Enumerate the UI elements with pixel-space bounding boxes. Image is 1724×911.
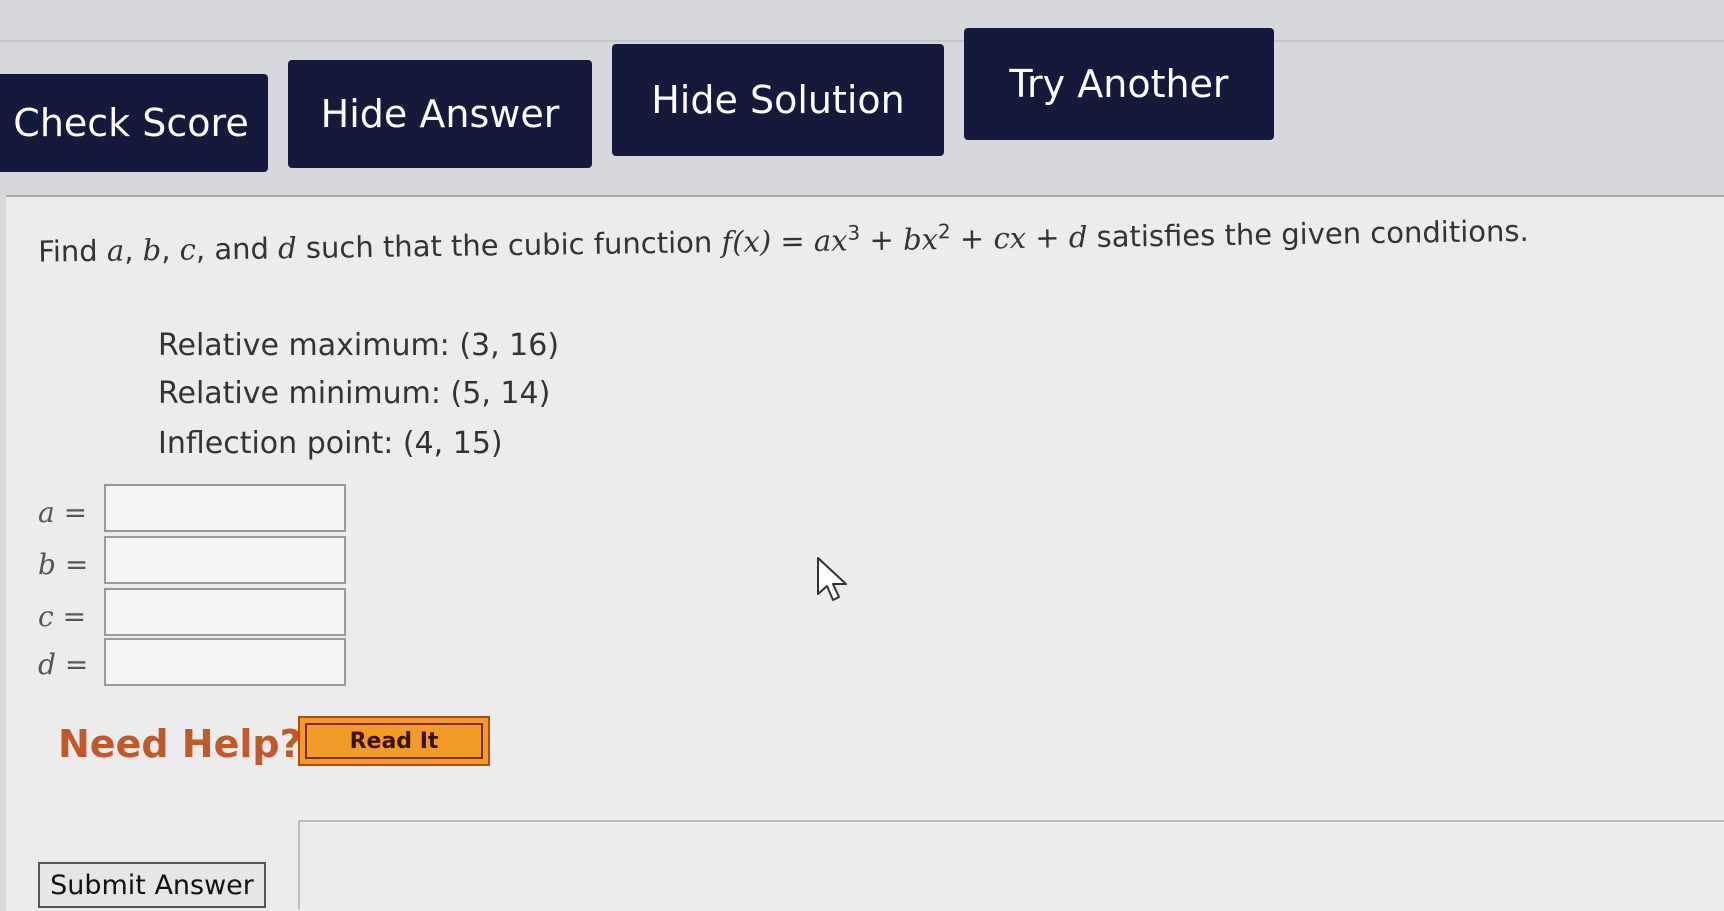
check-score-button[interactable]: Check Score [0, 74, 268, 172]
formula-cx: cx [993, 220, 1027, 256]
formula-equals: = [770, 223, 815, 259]
relative-maximum-condition: Relative maximum: (3, 16) [158, 328, 560, 363]
input-label-c: c = [38, 600, 87, 633]
question-sep: , [123, 233, 143, 268]
question-var-c: c [179, 232, 197, 267]
question-sep: , and [195, 231, 279, 267]
question-var-a: a [106, 233, 125, 268]
read-it-label: Read It [305, 723, 483, 759]
answer-input-d[interactable] [104, 638, 346, 686]
submit-answer-button[interactable]: Submit Answer [38, 862, 266, 908]
formula-plus: + [860, 222, 904, 258]
formula-plus: + [950, 221, 994, 256]
read-it-button[interactable]: Read It [298, 716, 490, 766]
formula-exponent-3: 3 [847, 220, 861, 245]
question-mid: such that the cubic function [296, 225, 722, 266]
mouse-pointer-icon [817, 557, 847, 601]
input-label-b: b = [38, 548, 89, 581]
inflection-point-condition: Inflection point: (4, 15) [158, 426, 503, 461]
question-prefix: Find [38, 233, 108, 269]
answer-input-c[interactable] [104, 588, 346, 636]
question-suffix: satisfies the given conditions. [1087, 213, 1529, 255]
footer-frame [298, 820, 1724, 909]
try-another-button[interactable]: Try Another [964, 28, 1274, 140]
formula-ax: ax [813, 223, 848, 258]
question-var-d: d [277, 231, 297, 266]
toolbar-divider [0, 40, 1724, 42]
input-label-d: d = [38, 648, 89, 681]
formula-d: d [1068, 220, 1088, 255]
hide-answer-button[interactable]: Hide Answer [288, 60, 592, 168]
question-var-b: b [142, 232, 162, 268]
question-sep: , [160, 232, 180, 267]
input-label-a: a = [38, 496, 88, 529]
answer-input-a[interactable] [104, 484, 346, 532]
formula-plus: + [1025, 220, 1070, 255]
formula-fx: f(x) [721, 224, 772, 260]
formula-bx: bx [902, 222, 939, 257]
relative-minimum-condition: Relative minimum: (5, 14) [158, 376, 551, 411]
need-help-label: Need Help? [58, 722, 302, 766]
formula-exponent-2: 2 [937, 219, 951, 244]
hide-solution-button[interactable]: Hide Solution [612, 44, 944, 156]
answer-input-b[interactable] [104, 536, 346, 584]
